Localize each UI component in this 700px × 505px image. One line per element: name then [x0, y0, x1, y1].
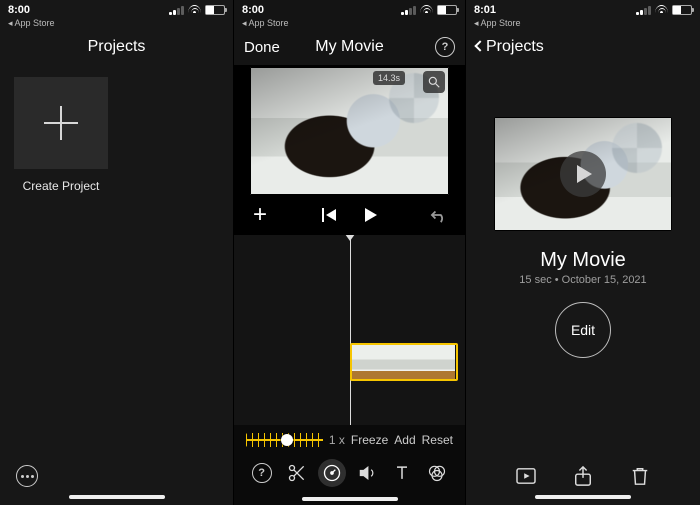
project-title: My Movie	[315, 38, 383, 56]
play-icon	[577, 165, 592, 183]
create-project-label: Create Project	[14, 179, 108, 193]
home-indicator[interactable]	[69, 495, 165, 499]
status-time: 8:00	[242, 4, 264, 16]
cellular-icon	[401, 6, 416, 15]
status-time: 8:01	[474, 4, 496, 16]
timeline[interactable]	[234, 235, 465, 425]
status-bar: 8:00	[234, 0, 465, 20]
back-to-app[interactable]: ◂ App Store	[0, 18, 233, 29]
timeline-clip[interactable]	[350, 343, 458, 381]
battery-icon	[205, 5, 225, 15]
add-media-button[interactable]: +	[248, 203, 272, 227]
help-button[interactable]: ?	[435, 37, 455, 57]
more-button[interactable]	[14, 463, 40, 489]
play-button[interactable]	[359, 203, 383, 227]
video-preview[interactable]	[250, 67, 449, 195]
battery-icon	[672, 5, 692, 15]
clip-duration-badge: 14.3s	[373, 71, 405, 85]
cellular-icon	[636, 6, 651, 15]
delete-button[interactable]	[627, 463, 653, 489]
chevron-left-icon	[474, 40, 485, 51]
project-poster[interactable]	[494, 117, 672, 231]
back-label: Projects	[486, 38, 544, 56]
page-title: Projects	[88, 38, 146, 56]
play-fullscreen-button[interactable]	[513, 463, 539, 489]
movie-meta: 15 sec • October 15, 2021	[466, 274, 700, 286]
add-button[interactable]: Add	[394, 433, 415, 447]
status-bar: 8:01	[466, 0, 700, 20]
filters-tool[interactable]	[423, 459, 451, 487]
playhead[interactable]	[350, 235, 351, 425]
split-tool[interactable]	[283, 459, 311, 487]
done-button[interactable]: Done	[244, 39, 280, 56]
step-back-button[interactable]	[317, 203, 341, 227]
home-indicator[interactable]	[302, 497, 398, 501]
edit-button[interactable]: Edit	[555, 302, 611, 358]
wifi-icon	[188, 5, 201, 15]
freeze-button[interactable]: Freeze	[351, 433, 388, 447]
battery-icon	[437, 5, 457, 15]
undo-button[interactable]	[427, 203, 451, 227]
reset-button[interactable]: Reset	[422, 433, 453, 447]
home-indicator[interactable]	[535, 495, 631, 499]
back-button[interactable]: Projects	[476, 38, 544, 56]
back-to-app[interactable]: ◂ App Store	[234, 18, 465, 29]
wifi-icon	[655, 5, 668, 15]
volume-tool[interactable]	[353, 459, 381, 487]
speed-slider[interactable]	[246, 433, 323, 447]
play-overlay-button[interactable]	[560, 151, 606, 197]
movie-title: My Movie	[466, 249, 700, 272]
status-time: 8:00	[8, 4, 30, 16]
status-bar: 8:00	[0, 0, 233, 20]
cellular-icon	[169, 6, 184, 15]
wifi-icon	[420, 5, 433, 15]
share-button[interactable]	[570, 463, 596, 489]
speed-tool[interactable]	[318, 459, 346, 487]
plus-icon	[44, 106, 78, 140]
create-project-tile[interactable]	[14, 77, 108, 169]
back-to-app[interactable]: ◂ App Store	[466, 18, 700, 29]
zoom-button[interactable]	[423, 71, 445, 93]
speed-value: 1 x	[329, 433, 345, 447]
help-button[interactable]: ?	[248, 459, 276, 487]
titles-tool[interactable]	[388, 459, 416, 487]
